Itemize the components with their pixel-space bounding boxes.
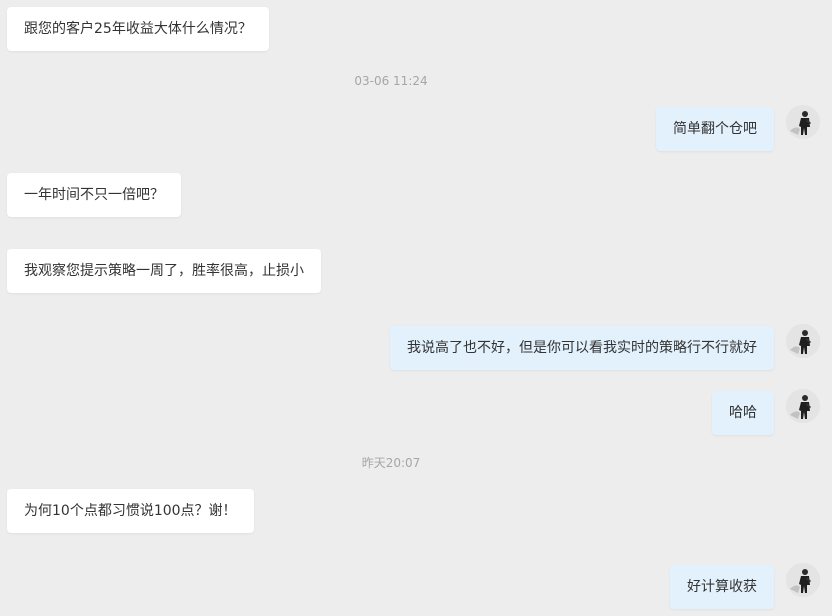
message-bubble-outgoing: 简单翻个仓吧: [656, 107, 774, 151]
message-bubble-incoming: 我观察您提示策略一周了，胜率很高，止损小: [7, 249, 321, 293]
user-avatar-icon[interactable]: [786, 324, 820, 358]
avatar-figure: [786, 563, 820, 597]
user-avatar-icon[interactable]: [786, 105, 820, 139]
message-timestamp: 昨天20:07: [361, 456, 421, 470]
user-avatar-icon[interactable]: [786, 389, 820, 423]
message-bubble-incoming: 为何10个点都习惯说100点？谢！: [7, 489, 254, 533]
avatar-figure: [786, 324, 820, 358]
message-bubble-incoming: 一年时间不只一倍吧？: [7, 173, 181, 217]
message-bubble-outgoing: 好计算收获: [670, 565, 774, 609]
user-avatar-icon[interactable]: [786, 563, 820, 597]
message-bubble-outgoing: 哈哈: [712, 391, 774, 435]
message-bubble-incoming: 跟您的客户25年收益大体什么情况？: [7, 7, 269, 51]
avatar-figure: [786, 389, 820, 423]
message-bubble-outgoing: 我说高了也不好，但是你可以看我实时的策略行不行就好: [390, 326, 774, 370]
avatar-figure: [786, 105, 820, 139]
chat-history: 跟您的客户25年收益大体什么情况？ 03-06 11:24 简单翻个仓吧 一年时…: [0, 0, 832, 616]
message-timestamp: 03-06 11:24: [354, 74, 428, 88]
